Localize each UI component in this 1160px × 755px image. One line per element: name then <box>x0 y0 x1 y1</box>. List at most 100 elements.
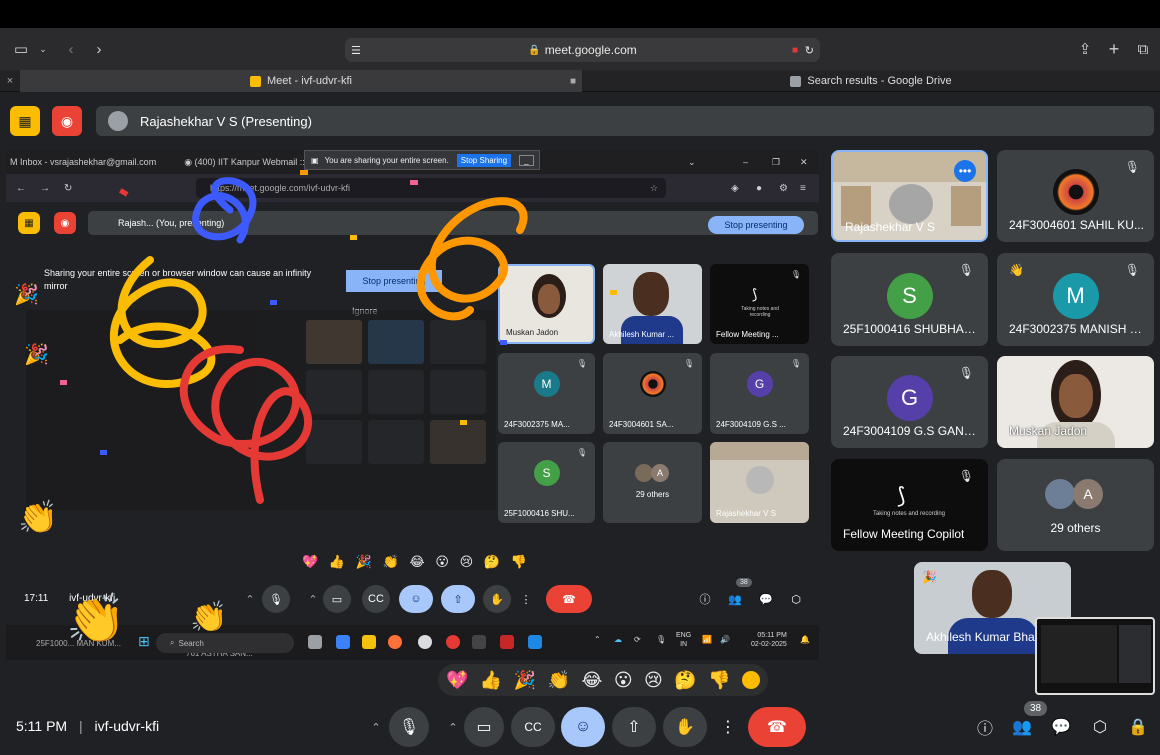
raise-hand-icon: ✋ <box>483 585 511 613</box>
mic-off-icon: 🎙 <box>1124 263 1140 277</box>
mic-button[interactable]: 🎙 <box>389 707 429 747</box>
address-bar[interactable]: ☰ 🔒 meet.google.com ■ ↻ <box>345 38 820 62</box>
reaction-surprised-icon[interactable]: 😮 <box>614 670 633 691</box>
reaction-thumbs-up-icon[interactable]: 👍 <box>480 670 502 691</box>
video-options-chevron-icon[interactable]: ⌃ <box>440 714 466 740</box>
tile-fellow[interactable]: ⟆ Taking notes and recording 🎙 Fellow Me… <box>831 459 988 551</box>
party-reaction-icon: 🎉 <box>922 570 937 584</box>
activities-icon[interactable]: ⬡ <box>1087 714 1113 740</box>
back-icon[interactable]: ‹ <box>60 38 82 60</box>
avatar <box>1045 479 1075 509</box>
confetti <box>270 300 277 305</box>
reaction-sad-icon[interactable]: 😢 <box>644 670 663 691</box>
info-icon[interactable]: ⓘ <box>972 714 998 740</box>
tile-ganesh[interactable]: G 🎙 24F3004109 G.S GANE... <box>831 356 988 448</box>
safari-toolbar: ▭ ⌄ ‹ › ☰ 🔒 meet.google.com ■ ↻ ⇪ + ⧉ <box>0 28 1160 70</box>
close-tab-icon[interactable]: × <box>0 70 20 92</box>
tab-overview-icon[interactable]: ⧉ <box>1132 38 1154 60</box>
tile-name: Muskan Jadon <box>1009 424 1088 438</box>
more-options-button[interactable]: ⋮ <box>714 707 742 747</box>
reaction-clap-icon[interactable]: 👏 <box>548 670 570 691</box>
confetti <box>500 340 507 345</box>
confetti <box>610 290 617 295</box>
tile-muskan[interactable]: Muskan Jadon <box>997 356 1154 448</box>
taskbar-search-label: Search <box>178 638 204 648</box>
notification-icon: 🔔 <box>800 635 810 644</box>
more-options-icon[interactable]: ••• <box>954 160 976 182</box>
lang-text: ENG <box>676 632 692 639</box>
reaction-heart-icon[interactable]: 💖 <box>446 670 468 691</box>
mic-off-icon: 🎙 <box>958 469 974 483</box>
reaction-thinking-icon[interactable]: 🤔 <box>674 670 696 691</box>
mic-tray-icon: 🎙 <box>656 635 667 644</box>
language-indicator: ENG IN <box>676 631 691 649</box>
skin-tone-icon[interactable] <box>741 671 760 689</box>
chevron-down-icon[interactable]: ⌄ <box>32 38 54 60</box>
captions-button[interactable]: CC <box>511 707 555 747</box>
tile-shubham[interactable]: S 🎙 25F1000416 SHUBHAM... <box>831 253 988 346</box>
tile-name: 24F3004601 SAHIL KU... <box>1009 218 1144 232</box>
reload-icon[interactable]: ↻ <box>805 44 814 57</box>
tile-name: Rajashekhar V S <box>845 220 936 234</box>
tile-others[interactable]: A 29 others <box>997 459 1154 551</box>
taskbar-time: 05:11 PM <box>757 632 787 639</box>
onedrive-icon: ☁ <box>614 635 622 644</box>
tab-drive[interactable]: Search results - Google Drive <box>582 70 1160 92</box>
tile-rajashekhar[interactable]: ••• Rajashekhar V S <box>831 150 988 242</box>
avatar: G <box>886 375 933 422</box>
confetti <box>460 420 467 425</box>
page-menu-icon[interactable]: ☰ <box>351 44 361 57</box>
mic-off-icon: 🎙 <box>958 366 974 380</box>
clap-reaction-icon: 👏 <box>18 499 58 535</box>
share-icon[interactable]: ⇪ <box>1074 38 1096 60</box>
copilot-icon <box>336 635 350 649</box>
region-text: IN <box>680 641 688 648</box>
chat-icon[interactable]: 💬 <box>1048 714 1074 740</box>
tab-label: Search results - Google Drive <box>807 75 952 87</box>
camera-icon: ■ <box>569 75 576 87</box>
vscode-icon <box>528 635 542 649</box>
tab-meet[interactable]: Meet - ivf-udvr-kfi ■ <box>20 70 582 92</box>
reactions-bar: 💖 👍 🎉 👏 😂 😮 😢 🤔 👎 <box>438 664 768 696</box>
recording-icon[interactable]: ◉ <box>52 106 82 136</box>
camera-recording-icon[interactable]: ■ <box>792 45 798 56</box>
reaction-party-icon[interactable]: 🎉 <box>514 670 536 691</box>
tile-manish[interactable]: M 🎙 👋 24F3002375 MANISH K... <box>997 253 1154 346</box>
tile-sahil[interactable]: 🎙 24F3004601 SAHIL KU... <box>997 150 1154 242</box>
forward-icon[interactable]: › <box>88 38 110 60</box>
effects-overlay <box>60 170 617 504</box>
raise-hand-button[interactable]: ✋ <box>663 707 707 747</box>
meet-favicon <box>250 75 262 87</box>
reaction-laugh-icon[interactable]: 😂 <box>581 670 602 691</box>
new-tab-icon[interactable]: + <box>1103 38 1125 60</box>
emoji-button[interactable]: ☺ <box>561 707 605 747</box>
self-view-thumbnail[interactable] <box>1035 617 1155 695</box>
taskbar-clock: 05:11 PM 02-02-2025 <box>751 631 787 649</box>
end-call-button[interactable]: ☎ <box>748 707 806 747</box>
confetti <box>60 380 67 385</box>
wave-reaction-icon: 👋 <box>1009 263 1024 277</box>
present-button[interactable]: ⇧ <box>612 707 656 747</box>
end-call-icon: ☎ <box>546 585 592 613</box>
tray-chevron-icon: ⌃ <box>594 635 601 644</box>
screen-top-bar <box>0 0 1160 28</box>
sidebar-icon[interactable]: ▭ <box>10 38 32 60</box>
meeting-details: 5:11 PM | ivf-udvr-kfi <box>16 718 160 734</box>
audio-options-chevron-icon[interactable]: ⌃ <box>363 714 389 740</box>
tab-label: Meet - ivf-udvr-kfi <box>267 75 352 87</box>
mic-icon: 🎙 <box>262 585 290 613</box>
camera-button[interactable]: ▭ <box>464 707 504 747</box>
fellow-logo-icon: ⟆ <box>897 483 906 508</box>
meeting-time: 5:11 PM <box>16 718 68 734</box>
present-icon: ⇧ <box>441 585 475 613</box>
host-controls-icon[interactable]: 🔒 <box>1125 714 1151 740</box>
blue-streamer <box>192 177 257 244</box>
sync-icon: ⟳ <box>634 635 641 644</box>
task-view-icon <box>308 635 322 649</box>
reaction-thumbs-down-icon[interactable]: 👎 <box>708 670 730 691</box>
captions-off-icon[interactable]: ▦ <box>10 106 40 136</box>
avatar <box>108 111 128 131</box>
people-icon[interactable]: 👥 <box>1009 714 1035 740</box>
drive-favicon <box>790 75 802 87</box>
tile-name: Akhilesh Kumar Bha... <box>926 630 1045 644</box>
